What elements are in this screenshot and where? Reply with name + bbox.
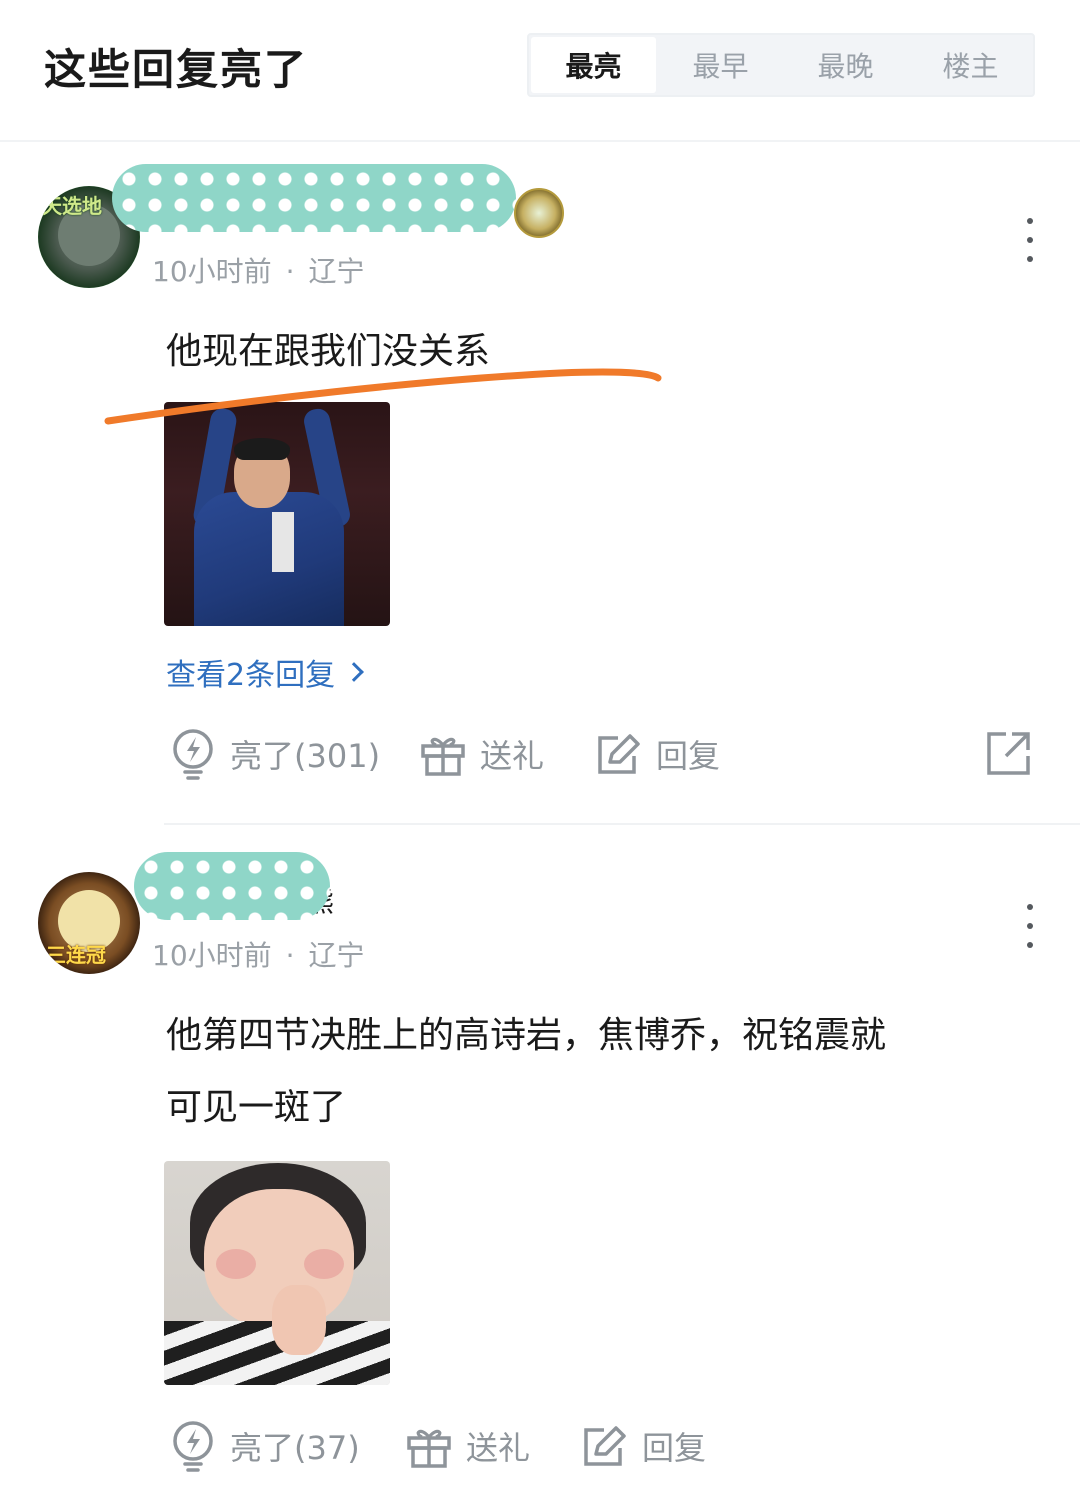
- gift-icon: [407, 1429, 451, 1468]
- more-vertical-icon[interactable]: [1020, 218, 1040, 262]
- comment-meta: 10小时前 · 辽宁: [152, 250, 365, 290]
- comment-text: 他第四节决胜上的高诗岩，焦博乔，祝铭震就 可见一斑了: [166, 1000, 1036, 1144]
- more-vertical-icon[interactable]: [1020, 904, 1040, 948]
- gift-label: 送礼: [480, 737, 545, 775]
- watermark-fade: [790, 1422, 1060, 1474]
- comment-time: 10小时前: [152, 255, 272, 288]
- comment-time: 10小时前: [152, 939, 272, 972]
- share-icon[interactable]: [986, 730, 1032, 776]
- reply-label: 回复: [642, 1429, 707, 1467]
- edit-icon: [584, 1426, 626, 1466]
- page-title: 这些回复亮了: [44, 45, 309, 94]
- lightbulb-icon: [173, 729, 213, 780]
- username-redaction: [134, 852, 330, 920]
- tab-op[interactable]: 楼主: [908, 35, 1033, 95]
- tab-earliest[interactable]: 最早: [658, 35, 783, 95]
- comment-image[interactable]: [164, 402, 390, 626]
- avatar-badge: 天选地: [42, 194, 102, 218]
- chevron-right-icon: [344, 662, 364, 682]
- gift-label: 送礼: [466, 1429, 531, 1467]
- header: 这些回复亮了 最亮 最早 最晚 楼主: [0, 0, 1080, 142]
- lightbulb-icon: [173, 1421, 213, 1472]
- comment-image[interactable]: [164, 1161, 390, 1385]
- meta-separator: ·: [285, 939, 295, 972]
- comment-location: 辽宁: [308, 939, 365, 972]
- view-replies-label: 查看2条回复: [166, 658, 336, 693]
- username-redaction: [112, 164, 516, 232]
- comment-text-line-1: 他第四节决胜上的高诗岩，焦博乔，祝铭震就: [166, 1015, 887, 1056]
- reply-label: 回复: [656, 737, 721, 775]
- comment-divider: [164, 823, 1080, 825]
- like-count: 亮了(37): [230, 1429, 360, 1467]
- avatar-badge: 三连冠: [46, 943, 106, 967]
- gift-icon: [421, 737, 465, 776]
- comment-actions: 亮了(301) 送礼 回复: [0, 722, 1080, 786]
- meta-separator: ·: [285, 255, 295, 288]
- reply-button[interactable]: 回复: [582, 1414, 706, 1478]
- reply-button[interactable]: 回复: [596, 722, 720, 786]
- sort-tabs: 最亮 最早 最晚 楼主: [527, 33, 1035, 97]
- gift-button[interactable]: 送礼: [406, 1414, 530, 1478]
- view-replies-link[interactable]: 查看2条回复: [166, 650, 364, 694]
- like-button[interactable]: 亮了(37): [170, 1414, 360, 1478]
- like-button[interactable]: 亮了(301): [170, 722, 380, 786]
- gift-button[interactable]: 送礼: [420, 722, 544, 786]
- tab-latest[interactable]: 最晚: [783, 35, 908, 95]
- comment-text: 他现在跟我们没关系: [166, 331, 491, 372]
- comment-text-line-2: 可见一斑了: [166, 1087, 347, 1128]
- edit-icon: [598, 734, 640, 774]
- comment-meta: 10小时前 · 辽宁: [152, 934, 365, 974]
- tab-brightest[interactable]: 最亮: [531, 37, 656, 93]
- level-badge-icon: [514, 188, 564, 238]
- comment-location: 辽宁: [308, 255, 365, 288]
- like-count: 亮了(301): [230, 737, 381, 775]
- avatar[interactable]: 三连冠: [38, 872, 140, 974]
